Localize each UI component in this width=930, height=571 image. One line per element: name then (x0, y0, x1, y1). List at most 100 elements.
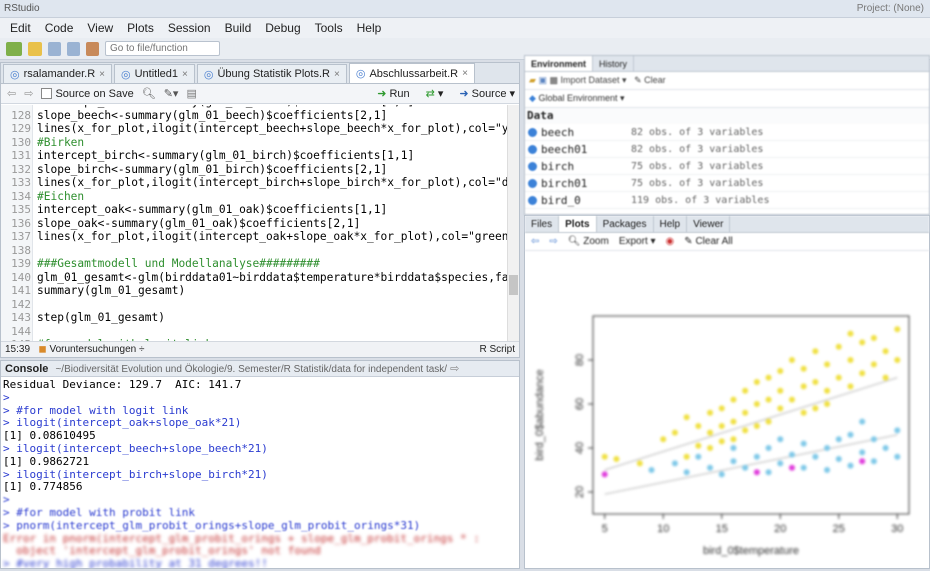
run-button[interactable]: ➜ Run (373, 86, 413, 101)
menu-debug[interactable]: Debug (265, 21, 300, 35)
code-text: ###Gesamtmodell und Modellanalyse#######… (37, 257, 320, 270)
menu-edit[interactable]: Edit (10, 21, 31, 35)
save-icon[interactable] (48, 41, 61, 56)
load-workspace-icon[interactable]: ▰ (529, 75, 536, 85)
file-type-selector[interactable]: R Script (479, 344, 515, 355)
code-line[interactable]: 141 summary(glm_01_gesamt) (1, 284, 519, 298)
close-icon[interactable]: × (462, 68, 468, 79)
section-selector[interactable]: Voruntersuchungen (49, 344, 136, 355)
tab-plots[interactable]: Plots (559, 216, 597, 232)
console-output[interactable]: Residual Deviance: 129.7 AIC: 141.7 > > #f… (1, 377, 519, 568)
menu-build[interactable]: Build (225, 21, 252, 35)
tab-help[interactable]: Help (654, 216, 688, 232)
source-on-save-toggle[interactable]: Source on Save (41, 88, 134, 100)
editor-scrollbar[interactable] (507, 105, 519, 341)
remove-plot-icon[interactable]: ◉ (666, 236, 675, 247)
code-line[interactable]: 142 (1, 298, 519, 312)
environment-row[interactable]: beech01 82 obs. of 3 variables (525, 141, 929, 158)
editor-tab[interactable]: ◎ rsalamander.R × (3, 64, 112, 83)
expand-icon[interactable] (528, 161, 537, 171)
code-line[interactable]: 130 #Birken (1, 136, 519, 150)
new-file-icon[interactable] (6, 41, 22, 56)
code-line[interactable]: 144 (1, 325, 519, 339)
clear-button[interactable]: ✎ Clear (629, 75, 666, 85)
open-directory-icon[interactable]: ⇨ (450, 363, 459, 375)
code-line[interactable]: 139 ###Gesamtmodell und Modellanalyse####… (1, 257, 519, 271)
code-line[interactable]: 132 slope_birch<-summary(glm_01_birch)$co… (1, 163, 519, 177)
code-line[interactable]: 133 lines(x_for_plot,ilogit(intercept_bir… (1, 176, 519, 190)
expand-icon[interactable] (528, 178, 537, 188)
code-area[interactable]: 127intercept_beech<-summary(glm_01_beech… (1, 105, 519, 341)
tab-history[interactable]: History (593, 56, 635, 71)
editor-scroll-thumb[interactable] (509, 275, 518, 295)
close-icon[interactable]: × (182, 69, 188, 80)
tab-packages[interactable]: Packages (597, 216, 654, 232)
line-number: 138 (11, 243, 31, 257)
editor-tab[interactable]: ◎ Untitled1 × (114, 64, 195, 83)
code-line[interactable]: 131 intercept_birch<-summary(glm_01_birch… (1, 149, 519, 163)
object-description: 82 obs. of 3 variables (631, 143, 764, 155)
close-icon[interactable]: × (99, 69, 105, 80)
goto-file-input[interactable] (105, 41, 220, 56)
environment-row[interactable]: bird_0 119 obs. of 3 variables (525, 192, 929, 209)
editor-tab[interactable]: ◎ Übung Statistik Plots.R × (196, 64, 347, 83)
data-point (788, 464, 795, 471)
menu-tools[interactable]: Tools (315, 21, 343, 35)
clear-all-button[interactable]: ✎ Clear All (684, 236, 732, 247)
environment-row[interactable]: beech 82 obs. of 3 variables (525, 124, 929, 141)
back-arrow-icon[interactable]: ⇦ (7, 87, 16, 100)
source-on-save-checkbox[interactable] (41, 88, 53, 100)
console-line: [1] 0.9862721 (3, 454, 90, 468)
data-point (695, 423, 702, 429)
tab-environment[interactable]: Environment (525, 56, 594, 71)
close-icon[interactable]: × (334, 69, 340, 80)
code-line[interactable]: 128 slope_beech<-summary(glm_01_beech)$co… (1, 109, 519, 123)
menu-code[interactable]: Code (45, 21, 74, 35)
save-workspace-icon[interactable]: ▣ (538, 75, 547, 85)
search-icon[interactable]: 🔍︎ (142, 87, 156, 100)
tab-files[interactable]: Files (525, 216, 560, 232)
data-point (742, 409, 749, 416)
editor-tab-label: Untitled1 (134, 68, 179, 80)
save-all-icon[interactable] (67, 41, 80, 56)
rerun-button[interactable]: ⇄ ▾ (422, 86, 448, 101)
import-dataset-button[interactable]: ▦ Import Dataset ▾ (549, 75, 626, 85)
y-axis-label: bird_0$abundance (534, 369, 546, 460)
menu-view[interactable]: View (87, 21, 113, 35)
code-line[interactable]: 134 #Eichen (1, 190, 519, 204)
environment-row[interactable]: birch 75 obs. of 3 variables (525, 158, 929, 175)
prev-plot-icon[interactable]: ⇦ (531, 236, 539, 247)
code-line[interactable]: 137 lines(x_for_plot,ilogit(intercept_oak… (1, 230, 519, 244)
print-icon[interactable] (86, 41, 99, 56)
environment-row[interactable]: birch01 75 obs. of 3 variables (525, 175, 929, 192)
global-environment-selector[interactable]: Global Environment (538, 93, 617, 103)
code-line[interactable]: 136 slope_oak<-summary(glm_01_oak)$coeffi… (1, 217, 519, 231)
menu-plots[interactable]: Plots (127, 21, 154, 35)
code-line[interactable]: 140 glm_01_gesamt<-glm(birddata01~birddat… (1, 271, 519, 285)
tab-viewer[interactable]: Viewer (687, 216, 731, 232)
open-project-icon[interactable] (28, 41, 42, 56)
code-line[interactable]: 129 lines(x_for_plot,ilogit(intercept_bee… (1, 122, 519, 136)
next-plot-icon[interactable]: ⇨ (549, 236, 557, 247)
source-button[interactable]: ➜ Source ▾ (455, 86, 519, 101)
editor-tab[interactable]: ◎ Abschlussarbeit.R × (348, 63, 475, 83)
zoom-button[interactable]: 🔍︎ Zoom (568, 236, 609, 247)
project-label[interactable]: Project: (None) (857, 3, 924, 14)
code-tools-icon[interactable]: ✎▾ (164, 87, 179, 100)
code-line[interactable]: 143 step(glm_01_gesamt) (1, 311, 519, 325)
code-line[interactable]: 135 intercept_oak<-summary(glm_01_oak)$co… (1, 203, 519, 217)
export-button[interactable]: Export ▾ (619, 236, 656, 247)
line-number: 143 (11, 311, 31, 324)
line-number: 132 (11, 162, 31, 176)
data-point (847, 357, 854, 363)
forward-arrow-icon[interactable]: ⇨ (24, 87, 33, 100)
menu-session[interactable]: Session (168, 21, 211, 35)
expand-icon[interactable] (528, 144, 537, 154)
zoom-label: Zoom (583, 236, 609, 247)
compile-report-icon[interactable]: ▤ (186, 87, 196, 100)
data-point (847, 330, 854, 337)
code-line[interactable]: 138 (1, 244, 519, 258)
expand-icon[interactable] (528, 127, 537, 137)
menu-help[interactable]: Help (357, 21, 382, 35)
expand-icon[interactable] (528, 195, 537, 205)
